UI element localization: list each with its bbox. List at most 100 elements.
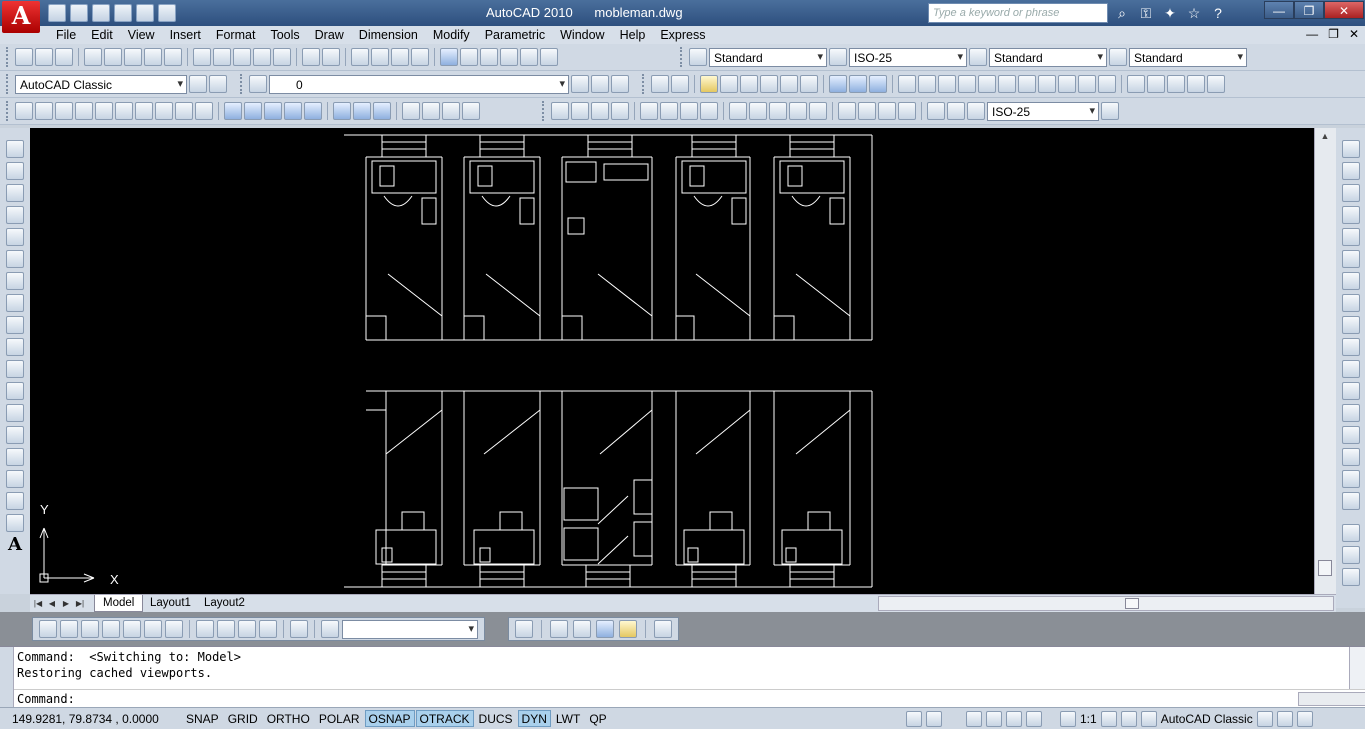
3d-rotate-icon[interactable] [422,102,440,120]
3d-move-icon[interactable] [402,102,420,120]
command-history-scrollbar[interactable] [1349,647,1365,690]
workspace-settings-icon[interactable] [189,75,207,93]
showmotion-icon[interactable] [1026,711,1042,727]
angular-icon[interactable] [700,102,718,120]
torus-icon[interactable] [135,102,153,120]
circle-icon[interactable] [6,272,24,290]
application-menu-button[interactable]: A [2,1,40,33]
toolbar-grip[interactable] [6,101,10,121]
plot-icon[interactable] [158,4,176,22]
copy-object-icon[interactable] [1341,162,1360,180]
loft-icon[interactable] [304,102,322,120]
match-properties-icon[interactable] [253,48,271,66]
workspace-switching-icon[interactable] [1140,711,1157,727]
lock-icon[interactable] [1256,711,1273,727]
union-icon[interactable] [829,75,847,93]
layout-icon[interactable] [926,711,942,727]
diameter-icon[interactable] [680,102,698,120]
front-view-icon[interactable] [144,620,162,638]
command-window-grip[interactable] [0,647,14,708]
close-button[interactable]: ✕ [1324,1,1364,19]
ellipse-arc-icon[interactable] [6,360,24,378]
text-style-dropdown[interactable]: Standard [709,47,827,67]
radius-icon[interactable] [640,102,658,120]
menu-dimension[interactable]: Dimension [353,26,427,44]
design-center-icon[interactable] [460,48,478,66]
dimension-edit-icon[interactable] [927,102,945,120]
make-current-layer-icon[interactable] [571,75,589,93]
ucs-icon[interactable] [321,620,339,638]
3d-wireframe-icon[interactable] [550,620,568,638]
render-icon[interactable] [671,75,689,93]
block-editor-icon[interactable] [273,48,291,66]
publish-icon[interactable] [124,48,142,66]
menu-insert[interactable]: Insert [164,26,210,44]
wedge-icon[interactable] [55,102,73,120]
minimize-button[interactable]: — [1264,1,1294,19]
toolbar-grip[interactable] [6,47,10,67]
line-icon[interactable] [6,140,24,158]
taper-faces-icon[interactable] [998,75,1016,93]
layer-properties-icon[interactable] [249,75,267,93]
copy-edges-icon[interactable] [1058,75,1076,93]
delete-faces-icon[interactable] [958,75,976,93]
sweep-icon[interactable] [264,102,282,120]
hatch-icon[interactable] [6,448,24,466]
table-style-dropdown[interactable]: Standard [989,47,1107,67]
steering-wheel-icon[interactable] [1006,711,1022,727]
dimension-style-icon[interactable] [829,48,847,66]
menu-modify[interactable]: Modify [427,26,479,44]
toolbar-lock-icon[interactable] [209,75,227,93]
qp-toggle[interactable]: QP [585,710,610,727]
extrude-faces-icon[interactable] [898,75,916,93]
3d-print-icon[interactable] [144,48,162,66]
named-views-icon[interactable] [39,620,57,638]
helix-icon[interactable] [175,102,193,120]
multileader-style-dropdown[interactable]: Standard [1129,47,1247,67]
horizontal-scrollbar[interactable] [878,596,1334,611]
ducs-toggle[interactable]: DUCS [475,710,517,727]
annotation-scale-icon[interactable] [1060,711,1076,727]
conceptual-icon[interactable] [619,620,637,638]
explode-icon[interactable] [1341,492,1360,510]
toolbar-grip[interactable] [642,74,646,94]
sheet-set-icon[interactable] [164,48,182,66]
quick-dimension-icon[interactable] [729,102,747,120]
drawing-canvas[interactable]: Y X [30,128,1314,594]
multileader-style-icon[interactable] [1109,48,1127,66]
redo-icon[interactable] [136,4,154,22]
baseline-icon[interactable] [749,102,767,120]
3d-align-icon[interactable] [442,102,460,120]
named-ucs-dropdown[interactable] [342,619,478,639]
arc-length-icon[interactable] [591,102,609,120]
cut-icon[interactable] [193,48,211,66]
offset-faces-icon[interactable] [938,75,956,93]
imprint-icon[interactable] [1098,75,1116,93]
command-prompt[interactable]: Command: [17,692,75,706]
toolbar-grip[interactable] [680,47,684,67]
key-icon[interactable]: ⚿ [1136,3,1156,23]
menu-file[interactable]: File [50,26,85,44]
continue-icon[interactable] [769,102,787,120]
save-icon[interactable] [92,4,110,22]
zoom-realtime-icon[interactable] [371,48,389,66]
pyramid-icon[interactable] [155,102,173,120]
restore-button[interactable]: ❐ [1294,1,1324,19]
se-iso-view-icon[interactable] [217,620,235,638]
dimension-text-edit-icon[interactable] [947,102,965,120]
tolerance-icon[interactable] [838,102,856,120]
check-icon[interactable] [1187,75,1205,93]
sphere-icon[interactable] [95,102,113,120]
intersect-icon[interactable] [373,102,391,120]
erase-icon[interactable] [1341,140,1360,158]
menu-view[interactable]: View [122,26,164,44]
favorites-star-icon[interactable]: ☆ [1184,3,1204,23]
subtract-icon[interactable] [353,102,371,120]
redo-icon[interactable] [322,48,340,66]
jogged-linear-icon[interactable] [898,102,916,120]
ellipse-icon[interactable] [6,338,24,356]
last-tab-arrow-icon[interactable]: ▶| [74,597,86,610]
jogged-icon[interactable] [660,102,678,120]
doc-close-button[interactable]: ✕ [1349,27,1359,41]
array-icon[interactable] [1341,228,1360,246]
